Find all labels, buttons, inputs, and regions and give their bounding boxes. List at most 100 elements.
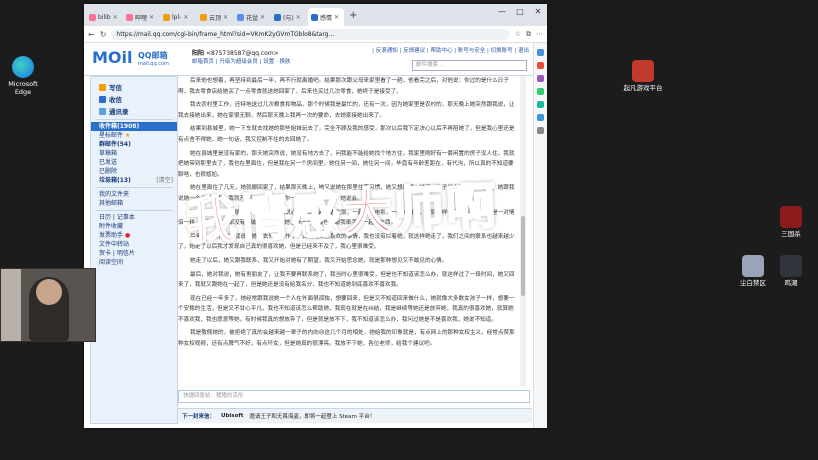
folder-inbox[interactable]: 收件箱(1908) [91, 122, 177, 131]
tools-icon[interactable] [537, 75, 544, 82]
desktop-icon-qifan[interactable]: 起凡游戏平台 [620, 60, 666, 92]
yunding-icon [200, 13, 207, 21]
app-label: 文件中转站 [99, 241, 130, 248]
tab-label: bilib [98, 13, 111, 21]
folder-deleted[interactable]: 已删除 [91, 167, 177, 176]
close-icon[interactable]: ✕ [113, 14, 118, 21]
qqmail-logo[interactable]: MOil [92, 48, 133, 67]
mingchao-icon [780, 255, 802, 277]
mail-scrollbar[interactable] [520, 76, 526, 386]
folder-label: 已删除 [99, 168, 118, 175]
favorite-icon[interactable]: ☆ [515, 30, 521, 38]
desktop-icon-sanguosha[interactable]: 三国杀 [768, 206, 814, 238]
mail-header: MOil QQ邮箱 mail.qq.com 阳阳 <875738587@qq.c… [84, 43, 533, 76]
close-icon[interactable]: ✕ [260, 14, 265, 21]
tab-yunding[interactable]: 云顶 ✕ [197, 8, 233, 26]
ubisoft-brand: Ubisoft [221, 413, 244, 419]
desktop-icon-label: 鸣潮 [784, 279, 798, 287]
folder-sent[interactable]: 已发送 [91, 158, 177, 167]
tab-huapen[interactable]: 花盆 ✕ [234, 8, 270, 26]
divider [95, 210, 173, 211]
user-name: 阳阳 [192, 50, 205, 57]
desktop-icon-edge[interactable]: Microsoft Edge [0, 56, 46, 96]
folder-other-mailbox[interactable]: 其他邮箱 [91, 199, 177, 208]
close-icon[interactable]: ✕ [149, 14, 154, 21]
tab-bilibili[interactable]: bilib ✕ [86, 8, 122, 26]
mail-paragraph: 我去农村里工作，还特地送过几次粮食和物品，那个时候我是最忙的，还有一次，因为她家… [178, 102, 515, 119]
write-label: 写信 [109, 84, 122, 92]
mail-icon [311, 13, 318, 21]
app-calendar[interactable]: 日历 | 记事本 [91, 213, 177, 222]
search-icon[interactable] [537, 49, 544, 56]
folder-my-folders[interactable]: 我的文件夹 [91, 190, 177, 199]
app-reading[interactable]: 阅读空间 [91, 258, 177, 267]
empty-spam-link[interactable]: [清空] [156, 176, 177, 185]
mail-paragraph: 我是敬佩她的，被拒绝了真的会越来越一辈子的内向😢这几个月的相处，她给我的印象就是… [178, 330, 515, 348]
tab-mail-prev[interactable]: (与) ✕ [271, 8, 307, 26]
edge-icon [12, 56, 34, 78]
contacts-icon [99, 107, 106, 115]
scrollbar-thumb[interactable] [521, 216, 525, 296]
close-icon[interactable]: ✕ [296, 14, 301, 21]
next-mail-prefix: 下一封来信： [182, 414, 216, 420]
new-tab-button[interactable]: + [345, 10, 361, 21]
desktop-icon-mingchao[interactable]: 鸣潮 [768, 255, 814, 287]
menu-icon[interactable]: ⋯ [536, 30, 543, 38]
close-icon[interactable]: ✕ [183, 14, 188, 21]
user-email: <875738587@qq.com> [205, 50, 279, 57]
desktop-icon-label: 三国杀 [781, 230, 801, 238]
app-attachments[interactable]: 附件收藏 [91, 222, 177, 231]
mail-search-input[interactable]: 邮件搜索... [412, 60, 527, 71]
app-label: 发票助手 [99, 232, 124, 239]
address-bar-row: ← ↻ https://mail.qq.com/cgi-bin/frame_ht… [84, 26, 547, 43]
office-icon[interactable] [537, 101, 544, 108]
address-bar[interactable]: https://mail.qq.com/cgi-bin/frame_html?s… [111, 28, 510, 40]
tab-bilibili-2[interactable]: 哔哩 ✕ [123, 8, 159, 26]
folder-spam[interactable]: 垃圾箱(13) [清空] [91, 176, 177, 185]
app-file-transfer[interactable]: 文件中转站 [91, 240, 177, 249]
inbox-button[interactable]: 收信 [91, 93, 177, 105]
tab-label: 花盆 [246, 14, 259, 22]
bilibili-icon [89, 13, 96, 21]
quick-reply-input[interactable]: 快捷回复给：猪猪的克彤 [178, 390, 530, 403]
folder-starred[interactable]: 星标邮件 ★ [91, 131, 177, 140]
app-label: 阅读空间 [99, 259, 124, 266]
mail-paragraph: 后来他也想着，再坚持到最后一年，再不行就离婚吧。结果那次跟父母来家里看了一趟，他… [178, 78, 509, 95]
tab-label: 感情 [320, 14, 333, 22]
tab-active-mail[interactable]: 感情 ✕ [308, 8, 344, 26]
folder-drafts[interactable]: 草稿箱 [91, 149, 177, 158]
games-icon[interactable] [537, 88, 544, 95]
tab-bar: bilib ✕ 哔哩 ✕ lpl- ✕ 云顶 ✕ 花盆 ✕ (与) ✕ 感情 ✕ + — [84, 4, 547, 26]
app-invoice[interactable]: 发票助手 ● [91, 231, 177, 240]
next-mail-bar[interactable]: 下一封来信： Ubisoft 邀请王子和无畏海盗，即将一起登上 Steam 平台… [178, 408, 532, 423]
webcam-overlay [0, 268, 96, 342]
webcam-background [1, 269, 21, 341]
minimize-button[interactable]: — [493, 4, 511, 18]
back-icon[interactable]: ← [88, 30, 95, 39]
shopping-icon[interactable] [537, 62, 544, 69]
desktop-icon-label: Microsoft Edge [8, 80, 38, 96]
logo-url: mail.qq.com [138, 61, 169, 67]
close-window-button[interactable]: ✕ [529, 4, 547, 18]
folder-label: 其他邮箱 [99, 200, 124, 207]
tab-lpl[interactable]: lpl- ✕ [160, 8, 196, 26]
mail-icon [274, 13, 281, 21]
maximize-button[interactable]: □ [511, 4, 529, 18]
contacts-button[interactable]: 通讯录 [91, 105, 177, 117]
folder-group[interactable]: 群邮件(54) [91, 140, 177, 149]
top-links[interactable]: | 反滚通知 | 反馈建议 | 帮助中心 | 账号与安全 | 切换账号 | 退出 [372, 46, 529, 54]
extensions-icon[interactable]: ⧉ [526, 30, 531, 39]
divider [95, 187, 173, 188]
app-label: 贺卡 | 明信片 [99, 250, 135, 257]
mail-paragraph: 现在已经一年多了，她经常跟我说她一个人在外面很孤独，想要回来，但是又不知道回来做… [178, 295, 515, 323]
refresh-icon[interactable]: ↻ [100, 30, 107, 39]
outlook-icon[interactable] [537, 114, 544, 121]
add-icon[interactable] [537, 127, 544, 134]
user-links[interactable]: 邮箱首页 | 升级为超级会员 | 设置 · 换肤 [192, 57, 290, 65]
folder-label: 收件箱(1908) [99, 123, 140, 130]
app-cards[interactable]: 贺卡 | 明信片 [91, 249, 177, 258]
write-button[interactable]: 写信 [91, 81, 177, 93]
inbox-icon [99, 95, 106, 103]
close-icon[interactable]: ✕ [334, 14, 339, 21]
close-icon[interactable]: ✕ [223, 14, 228, 21]
